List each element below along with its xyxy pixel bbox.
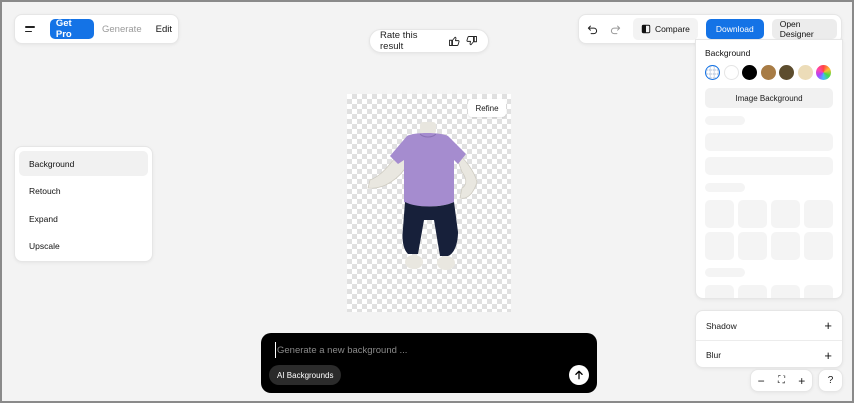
left-tool-menu: Background Retouch Expand Upscale xyxy=(14,146,153,262)
loading-grid xyxy=(705,200,833,260)
color-swatches xyxy=(705,65,833,80)
send-button[interactable] xyxy=(569,365,589,385)
open-designer-button[interactable]: Open Designer xyxy=(771,19,837,39)
swatch-cream[interactable] xyxy=(797,65,813,80)
swatch-gradient[interactable] xyxy=(816,65,831,80)
hamburger-menu-icon[interactable] xyxy=(21,19,42,39)
undo-icon[interactable] xyxy=(583,18,602,40)
image-background-button[interactable]: Image Background xyxy=(705,88,833,108)
redo-icon[interactable] xyxy=(606,18,625,40)
thumbs-up-icon[interactable] xyxy=(448,35,460,47)
loading-placeholder xyxy=(705,116,745,125)
swatch-transparent[interactable] xyxy=(705,65,720,80)
loading-grid xyxy=(705,285,833,298)
compare-button[interactable]: Compare xyxy=(632,18,698,40)
menu-item-background[interactable]: Background xyxy=(19,151,148,176)
prompt-input[interactable] xyxy=(275,342,575,358)
download-button[interactable]: Download xyxy=(705,19,764,39)
blur-label: Blur xyxy=(706,350,722,360)
prompt-box: AI Backgrounds xyxy=(261,333,597,393)
loading-placeholder xyxy=(705,183,745,192)
zoom-out-icon[interactable]: − xyxy=(758,374,765,388)
blur-row[interactable]: Blur + xyxy=(696,340,842,369)
zoom-in-icon[interactable]: + xyxy=(798,374,805,388)
panel-title: Background xyxy=(705,48,751,58)
loading-placeholder xyxy=(705,268,745,277)
compare-icon xyxy=(641,24,651,34)
help-button[interactable]: ? xyxy=(818,369,843,392)
compare-label: Compare xyxy=(654,24,690,34)
fit-screen-icon[interactable]: ⛶ xyxy=(778,375,785,386)
tab-generate[interactable]: Generate xyxy=(102,24,142,35)
menu-item-retouch[interactable]: Retouch xyxy=(19,179,148,204)
shadow-row[interactable]: Shadow + xyxy=(696,311,842,340)
loading-placeholder xyxy=(705,157,833,175)
loading-placeholder xyxy=(705,133,833,151)
tab-edit[interactable]: Edit xyxy=(156,24,172,35)
menu-item-upscale[interactable]: Upscale xyxy=(19,234,148,259)
swatch-tan[interactable] xyxy=(760,65,776,80)
swatch-black[interactable] xyxy=(742,65,757,80)
ai-backgrounds-button[interactable]: AI Backgrounds xyxy=(269,365,342,385)
swatch-olive-brown[interactable] xyxy=(779,65,794,80)
swatch-white[interactable] xyxy=(723,65,739,80)
menu-item-expand[interactable]: Expand xyxy=(19,206,148,231)
refine-button[interactable]: Refine xyxy=(468,99,506,117)
top-left-toolbar: Get Pro Generate Edit xyxy=(14,14,179,44)
shadow-label: Shadow xyxy=(706,320,737,331)
background-panel: Background Image Background xyxy=(695,39,843,299)
adjustments-panel: Shadow + Blur + xyxy=(695,310,843,368)
plus-icon[interactable]: + xyxy=(824,319,832,332)
rating-pill: Rate this result xyxy=(369,29,489,53)
get-pro-button[interactable]: Get Pro xyxy=(49,18,94,40)
product-image xyxy=(367,122,478,270)
thumbs-down-icon[interactable] xyxy=(466,35,478,47)
zoom-controls: − ⛶ + xyxy=(750,369,813,392)
plus-icon[interactable]: + xyxy=(824,349,832,362)
rating-text: Rate this result xyxy=(380,30,418,52)
arrow-up-icon xyxy=(575,370,583,380)
